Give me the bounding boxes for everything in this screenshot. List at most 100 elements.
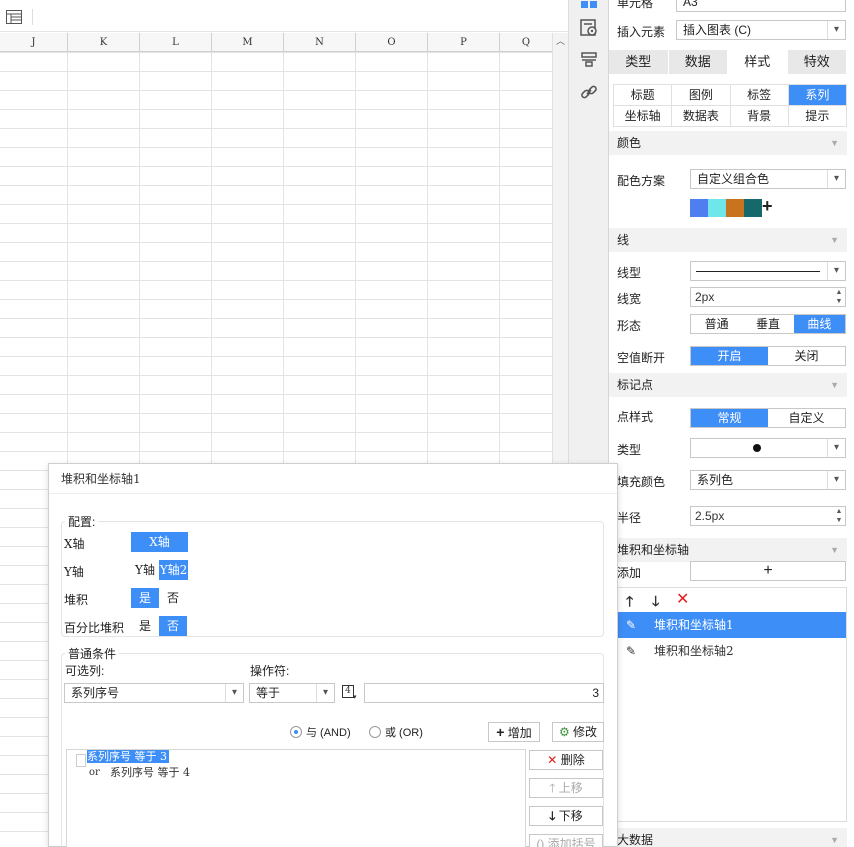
stepper-arrows-icon[interactable]: ▲ ▼ [833, 288, 845, 306]
line-width-stepper[interactable]: 2px ▲ ▼ [690, 287, 846, 307]
subtab-datatable[interactable]: 数据表 [672, 106, 730, 126]
color-swatch-3[interactable] [726, 199, 744, 217]
marker-style-custom-option[interactable]: 自定义 [768, 409, 845, 427]
y-axis2-option[interactable]: Y轴2 [159, 560, 188, 580]
and-radio[interactable] [290, 726, 302, 738]
stack-item-1[interactable]: ✎ 堆积和坐标轴1 [618, 612, 846, 638]
stack-yes-option[interactable]: 是 [131, 588, 159, 608]
tab-data[interactable]: 数据 [668, 50, 728, 74]
column-header-o[interactable]: O [356, 33, 428, 52]
scroll-up-icon[interactable]: ︿ [553, 33, 568, 49]
style-sub-tabs: 标题 图例 标签 系列 坐标轴 数据表 背景 提示 [613, 84, 847, 127]
column-header-q[interactable]: Q [500, 33, 552, 52]
line-type-select[interactable]: ▾ [690, 261, 846, 281]
tab-effect[interactable]: 特效 [787, 50, 847, 74]
tab-type[interactable]: 类型 [609, 50, 669, 74]
edit-pencil-icon[interactable]: ✎ [618, 638, 644, 664]
move-down-button[interactable]: 🡓 下移 [529, 806, 603, 826]
percent-yes-option[interactable]: 是 [131, 616, 159, 636]
subtab-legend[interactable]: 图例 [672, 85, 730, 105]
subtab-background[interactable]: 背景 [730, 106, 788, 126]
collapse-icon[interactable]: ▼ [830, 538, 839, 562]
fill-color-select[interactable]: 系列色 ▾ [690, 470, 846, 490]
add-stack-button[interactable]: + [690, 561, 846, 581]
chevron-down-icon[interactable]: ▾ [827, 262, 845, 280]
cell-attribute-icon[interactable] [579, 0, 599, 10]
sheet-view-icon[interactable] [6, 10, 22, 24]
add-bracket-button[interactable]: () 添加括号 [529, 834, 603, 847]
percent-no-option[interactable]: 否 [159, 616, 187, 636]
stack-item-2[interactable]: ✎ 堆积和坐标轴2 [618, 638, 846, 664]
collapse-icon[interactable]: ▼ [830, 828, 839, 847]
insert-element-select[interactable]: 插入图表 (C) ▾ [676, 20, 846, 40]
tab-style[interactable]: 样式 [728, 50, 788, 74]
column-header-m[interactable]: M [212, 33, 284, 52]
shape-curve-option[interactable]: 曲线 [793, 315, 845, 333]
y-axis-option[interactable]: Y轴 [131, 560, 159, 580]
radius-label: 半径 [617, 511, 642, 525]
color-swatch-2[interactable] [708, 199, 726, 217]
condition-list: 系列序号 等于 3 or 系列序号 等于 4 [66, 749, 526, 847]
chevron-down-icon[interactable]: ▾ [316, 684, 334, 702]
x-axis-option[interactable]: X轴 [131, 532, 188, 552]
add-color-icon[interactable]: + [762, 196, 773, 217]
operator-select[interactable]: 等于 ▾ [249, 683, 335, 703]
modify-icon: ⚙ [558, 725, 570, 739]
chevron-down-icon[interactable]: ▾ [827, 170, 845, 188]
move-up-button[interactable]: 🡑 上移 [529, 778, 603, 798]
stack-axis-section-header[interactable]: 堆积和坐标轴 ▼ [609, 538, 847, 562]
shape-normal-option[interactable]: 普通 [691, 315, 743, 333]
color-swatch-1[interactable] [690, 199, 708, 217]
null-break-off-option[interactable]: 关闭 [768, 347, 845, 365]
edit-pencil-icon[interactable]: ✎ [618, 612, 644, 638]
subtab-title[interactable]: 标题 [614, 85, 672, 105]
collapse-icon[interactable]: ▼ [830, 228, 839, 252]
cell-field[interactable]: A3 [676, 0, 846, 12]
chevron-down-icon[interactable]: ▾ [827, 439, 845, 457]
insert-element-label: 插入元素 [617, 25, 666, 39]
chevron-down-icon[interactable]: ▾ [225, 684, 243, 702]
columns-select[interactable]: 系列序号 ▾ [64, 683, 244, 703]
subtab-axis[interactable]: 坐标轴 [614, 106, 672, 126]
widget-settings-icon[interactable] [579, 18, 599, 38]
stack-no-option[interactable]: 否 [159, 588, 187, 608]
delete-condition-button[interactable]: ✕ 删除 [529, 750, 603, 770]
color-swatch-4[interactable] [744, 199, 762, 217]
column-header-p[interactable]: P [428, 33, 500, 52]
column-header-n[interactable]: N [284, 33, 356, 52]
radius-stepper[interactable]: 2.5px ▲ ▼ [690, 506, 846, 526]
bigdata-section-header[interactable]: 大数据 ▼ [609, 828, 847, 847]
condition-value-input[interactable]: 3 [364, 683, 604, 703]
column-header-j[interactable]: J [0, 33, 68, 52]
hyperlink-icon[interactable] [579, 82, 599, 102]
x-axis-label: X轴 [64, 537, 85, 551]
chevron-down-icon[interactable]: ▾ [827, 471, 845, 489]
arrow-up-icon: 🡑 [549, 781, 556, 795]
column-header-k[interactable]: K [68, 33, 140, 52]
color-scheme-select[interactable]: 自定义组合色 ▾ [690, 169, 846, 189]
stepper-arrows-icon[interactable]: ▲ ▼ [833, 507, 845, 525]
column-header-l[interactable]: L [140, 33, 212, 52]
marker-type-select[interactable]: ▾ [690, 438, 846, 458]
chevron-down-icon[interactable]: ▾ [827, 21, 845, 39]
color-section-header[interactable]: 颜色 ▼ [609, 131, 847, 155]
condition-row-2[interactable]: or 系列序号 等于 4 [67, 763, 297, 782]
line-section-header[interactable]: 线 ▼ [609, 228, 847, 252]
null-break-on-option[interactable]: 开启 [691, 347, 768, 365]
collapse-icon[interactable]: ▼ [830, 131, 839, 155]
subtab-series[interactable]: 系列 [788, 85, 846, 105]
value-type-button[interactable]: 4 ▾ [341, 683, 359, 703]
subtab-tooltip[interactable]: 提示 [788, 106, 846, 126]
subtab-label[interactable]: 标签 [730, 85, 788, 105]
marker-style-normal-option[interactable]: 常规 [691, 409, 768, 427]
vertical-scrollbar[interactable]: ︿ [552, 33, 568, 463]
add-condition-button[interactable]: + 增加 [488, 722, 540, 742]
collapse-icon[interactable]: ▼ [830, 373, 839, 397]
stack-axis-dialog: 堆积和坐标轴1 配置: X轴 X轴 Y轴 Y轴 Y轴2 堆积 是 否 百分比堆积… [48, 463, 618, 847]
marker-section-header[interactable]: 标记点 ▼ [609, 373, 847, 397]
shape-vertical-option[interactable]: 垂直 [742, 315, 794, 333]
modify-condition-button[interactable]: ⚙ 修改 [552, 722, 604, 742]
form-layer-icon[interactable] [579, 50, 599, 70]
or-radio[interactable] [369, 726, 381, 738]
delete-icon[interactable]: ✕ [676, 589, 689, 609]
